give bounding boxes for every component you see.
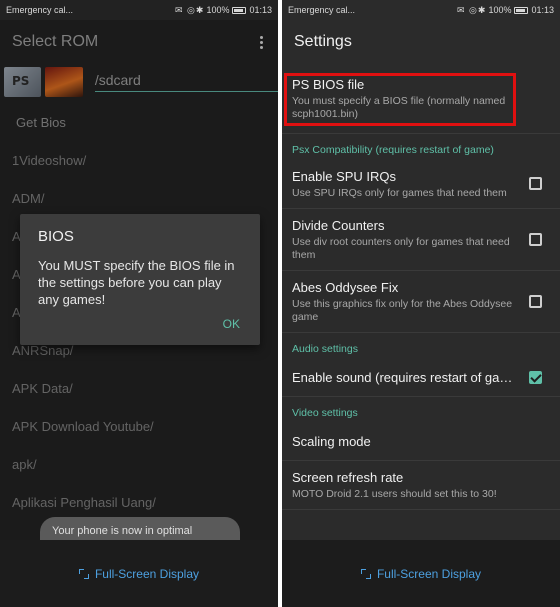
dialog-message: You MUST specify the BIOS file in the se… <box>38 258 235 307</box>
clock: 01:13 <box>531 5 554 15</box>
full-screen-bar: Full-Screen Display <box>0 540 278 607</box>
expand-icon <box>78 568 89 579</box>
spu-irq-checkbox[interactable] <box>529 177 542 190</box>
bluetooth-icon: ✱ <box>477 4 486 15</box>
pref-title: Enable sound (requires restart of gam.. <box>292 370 514 385</box>
refresh-rate-pref[interactable]: Screen refresh rate MOTO Droid 2.1 users… <box>282 461 560 510</box>
battery-percent: 100% <box>488 5 512 15</box>
notification-icons: ✉ ◎ <box>174 4 196 15</box>
bios-dialog: BIOS You MUST specify the BIOS file in t… <box>20 214 260 345</box>
pref-summary: Use this graphics fix only for the Abes … <box>292 298 513 323</box>
pref-summary: Use SPU IRQs only for games that need th… <box>292 187 507 199</box>
page-title: Settings <box>294 33 352 50</box>
battery-icon <box>232 6 247 14</box>
full-screen-button[interactable]: Full-Screen Display <box>95 567 199 581</box>
bluetooth-icon: ✱ <box>195 4 204 15</box>
enable-sound-checkbox[interactable] <box>529 370 542 384</box>
pref-title: Scaling mode <box>292 434 371 449</box>
divide-counters-checkbox[interactable] <box>529 232 542 246</box>
pref-title: Screen refresh rate <box>292 470 404 485</box>
scaling-mode-pref[interactable]: Scaling mode <box>282 423 560 461</box>
select-rom-screen: Emergency cal... ✉ ◎ ✱ 100% 01:13 Select… <box>0 0 278 607</box>
enable-sound-pref[interactable]: Enable sound (requires restart of gam.. <box>282 359 560 397</box>
ok-button[interactable]: OK <box>223 317 240 331</box>
notification-icons: ✉ ◎ <box>456 4 478 15</box>
pref-summary: MOTO Droid 2.1 users should set this to … <box>292 488 497 500</box>
pref-title: PS BIOS file <box>292 77 365 92</box>
pref-title: Abes Oddysee Fix <box>292 280 399 295</box>
full-screen-bar: Full-Screen Display <box>282 540 560 607</box>
pref-summary: Use div root counters only for games tha… <box>292 236 510 261</box>
bios-file-pref[interactable]: PS BIOS file You must specify a BIOS fil… <box>282 64 560 134</box>
carrier-text: Emergency cal... <box>288 5 356 15</box>
category-header: Psx Compatibility (requires restart of g… <box>292 144 494 156</box>
divide-counters-pref[interactable]: Divide Counters Use div root counters on… <box>282 209 560 271</box>
battery-icon <box>514 6 529 14</box>
category-header: Video settings <box>292 407 358 419</box>
dialog-title: BIOS <box>38 228 74 245</box>
carrier-text: Emergency cal... <box>6 5 74 15</box>
spu-irq-pref[interactable]: Enable SPU IRQs Use SPU IRQs only for ga… <box>282 160 560 209</box>
settings-screen: Emergency cal... ✉ ◎ ✱ 100% 01:13 Settin… <box>282 0 560 607</box>
pref-title: Enable SPU IRQs <box>292 169 397 184</box>
pref-summary: You must specify a BIOS file (normally n… <box>292 95 506 120</box>
battery-percent: 100% <box>206 5 230 15</box>
app-bar: Settings <box>282 20 560 64</box>
clock: 01:13 <box>249 5 272 15</box>
category-header: Audio settings <box>292 343 358 355</box>
full-screen-button[interactable]: Full-Screen Display <box>377 567 481 581</box>
status-bar: Emergency cal... ✉ ◎ ✱ 100% 01:13 <box>0 0 278 20</box>
pref-title: Divide Counters <box>292 218 385 233</box>
status-bar: Emergency cal... ✉ ◎ ✱ 100% 01:13 <box>282 0 560 20</box>
settings-list: PS BIOS file You must specify a BIOS fil… <box>282 64 560 510</box>
abes-fix-checkbox[interactable] <box>529 294 542 308</box>
abes-fix-pref[interactable]: Abes Oddysee Fix Use this graphics fix o… <box>282 271 560 333</box>
expand-icon <box>360 568 371 579</box>
